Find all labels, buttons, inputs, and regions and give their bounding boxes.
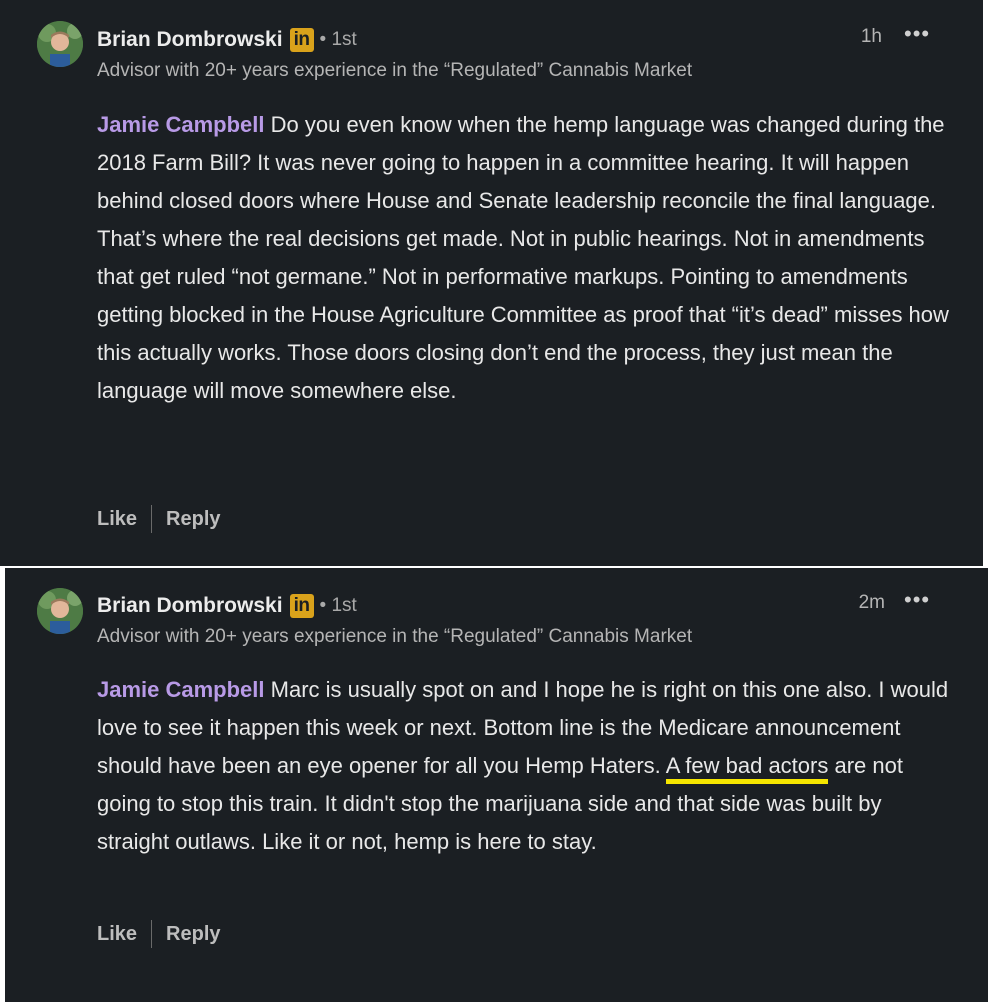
divider [151, 505, 153, 533]
avatar[interactable] [37, 588, 83, 634]
comment-timestamp: 1h [860, 26, 882, 47]
comment-text: Do you even know when the hemp language … [97, 112, 949, 403]
comment-timestamp: 2m [858, 592, 885, 613]
comment-actions: Like Reply [97, 505, 221, 533]
reply-button[interactable]: Reply [166, 923, 220, 946]
comment-card: Brian Dombrowski in • 1st Advisor with 2… [5, 568, 988, 1002]
comment-card: Brian Dombrowski in • 1st Advisor with 2… [0, 0, 983, 566]
connection-degree: • 1st [319, 29, 357, 50]
author-name[interactable]: Brian Dombrowski [97, 594, 283, 618]
divider [151, 920, 153, 948]
mention-link[interactable]: Jamie Campbell [97, 677, 265, 702]
linkedin-icon: in [289, 594, 314, 618]
author-row: Brian Dombrowski in • 1st [97, 25, 357, 55]
comment-actions: Like Reply [97, 920, 221, 948]
more-options-icon[interactable]: ••• [904, 589, 930, 611]
connection-degree: • 1st [319, 595, 357, 616]
comment-body: Jamie Campbell Marc is usually spot on a… [97, 671, 957, 861]
linkedin-icon: in [289, 28, 314, 52]
mention-link[interactable]: Jamie Campbell [97, 112, 265, 137]
author-row: Brian Dombrowski in • 1st [97, 591, 357, 621]
author-headline: Advisor with 20+ years experience in the… [97, 626, 693, 647]
like-button[interactable]: Like [97, 923, 137, 946]
reply-button[interactable]: Reply [166, 508, 220, 531]
author-headline: Advisor with 20+ years experience in the… [97, 60, 693, 81]
highlighted-phrase: A few bad actors [665, 753, 829, 784]
author-name[interactable]: Brian Dombrowski [97, 28, 283, 52]
avatar[interactable] [37, 21, 83, 67]
like-button[interactable]: Like [97, 508, 137, 531]
more-options-icon[interactable]: ••• [904, 23, 930, 45]
comment-body: Jamie Campbell Do you even know when the… [97, 106, 957, 410]
